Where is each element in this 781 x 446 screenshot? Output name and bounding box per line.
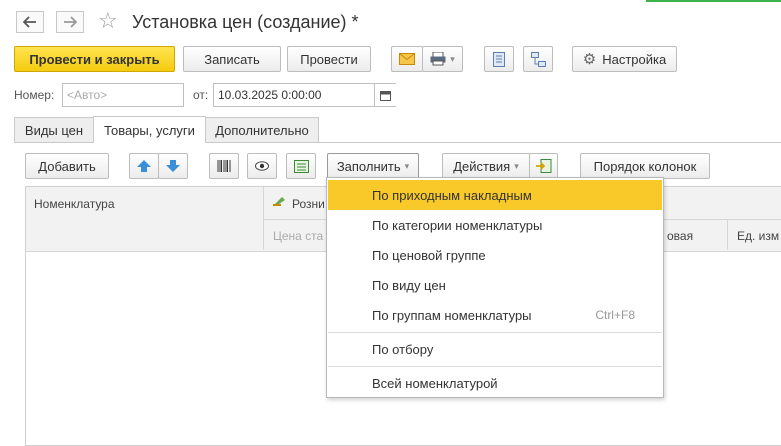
menu-item-label: Всей номенклатурой — [372, 375, 498, 391]
calculate-button[interactable] — [286, 153, 316, 179]
settings-button[interactable]: ⚙ Настройка — [572, 46, 677, 72]
menu-item-all-nomenclature[interactable]: Всей номенклатурой — [328, 368, 662, 398]
eye-icon — [255, 161, 269, 171]
column-header-nomenclature[interactable]: Номенклатура — [34, 197, 115, 211]
column-order-button[interactable]: Порядок колонок — [580, 153, 710, 179]
forward-button[interactable] — [56, 11, 84, 33]
barcode-icon — [217, 160, 231, 172]
tab-goods-services[interactable]: Товары, услуги — [93, 116, 206, 143]
menu-item-by-category[interactable]: По категории номенклатуры — [328, 210, 662, 240]
view-button[interactable] — [247, 153, 277, 179]
calendar-icon — [380, 90, 391, 101]
menu-separator — [328, 366, 662, 367]
menu-item-by-receipts[interactable]: По приходным накладным — [328, 180, 662, 210]
number-field[interactable]: <Авто> — [62, 83, 184, 107]
send-email-button[interactable] — [391, 46, 423, 72]
menu-item-shortcut: Ctrl+F8 — [595, 308, 635, 322]
menu-item-label: По категории номенклатуры — [372, 217, 543, 233]
menu-item-by-filter[interactable]: По отбору — [328, 334, 662, 364]
structure-icon — [530, 51, 546, 67]
barcode-button[interactable] — [209, 153, 239, 179]
active-tab-gap — [94, 142, 205, 143]
number-label: Номер: — [14, 88, 55, 102]
tab-additional[interactable]: Дополнительно — [205, 117, 319, 143]
column-header-retail[interactable]: Розни — [292, 197, 325, 211]
print-button[interactable]: ▾ — [422, 46, 463, 72]
chevron-down-icon: ▾ — [404, 160, 410, 171]
document-journal-button[interactable] — [484, 46, 514, 72]
fill-button-label: Заполнить — [336, 158, 401, 174]
number-placeholder: <Авто> — [67, 88, 108, 102]
chevron-down-icon: ▾ — [450, 53, 455, 64]
top-accent-line — [646, 0, 781, 2]
tab-price-types[interactable]: Виды цен — [14, 117, 94, 143]
gear-icon: ⚙ — [582, 50, 597, 68]
menu-item-by-nomenclature-groups[interactable]: По группам номенклатуры Ctrl+F8 — [328, 300, 662, 330]
date-label: от: — [193, 88, 209, 102]
move-up-button[interactable] — [129, 153, 159, 179]
chevron-down-icon: ▾ — [514, 160, 519, 171]
back-button[interactable] — [16, 11, 44, 33]
menu-item-by-price-type[interactable]: По виду цен — [328, 270, 662, 300]
retail-price-icon — [272, 193, 286, 210]
post-and-close-button[interactable]: Провести и закрыть — [14, 46, 175, 72]
calendar-button[interactable] — [374, 84, 396, 106]
menu-item-label: По приходным накладным — [372, 187, 532, 203]
document-icon — [493, 51, 505, 67]
move-down-icon — [166, 160, 180, 172]
actions-dropdown-button[interactable]: Действия ▾ — [442, 153, 530, 179]
envelope-icon — [399, 53, 415, 65]
back-arrow-icon — [23, 16, 36, 28]
menu-item-label: По отбору — [372, 341, 434, 357]
column-divider — [727, 220, 728, 250]
save-button[interactable]: Записать — [183, 46, 281, 72]
menu-item-label: По ценовой группе — [372, 247, 486, 263]
post-button[interactable]: Провести — [287, 46, 371, 72]
move-down-button[interactable] — [158, 153, 188, 179]
subheader-new-price[interactable]: овая — [667, 229, 693, 243]
printer-icon — [430, 52, 446, 66]
export-button[interactable] — [529, 153, 558, 179]
forward-arrow-icon — [64, 16, 77, 28]
fill-dropdown-menu: По приходным накладным По категории номе… — [326, 177, 664, 398]
settings-button-label: Настройка — [602, 51, 667, 67]
calculator-icon — [293, 159, 309, 173]
date-field[interactable]: 10.03.2025 0:00:00 — [213, 83, 396, 107]
add-row-button[interactable]: Добавить — [25, 153, 109, 179]
export-icon — [535, 159, 551, 173]
menu-item-label: По виду цен — [372, 277, 446, 293]
subheader-unit[interactable]: Ед. изм — [737, 229, 779, 243]
star-icon[interactable]: ☆ — [98, 10, 118, 32]
page-title: Установка цен (создание) * — [132, 12, 359, 32]
actions-button-label: Действия — [453, 158, 511, 174]
subheader-price[interactable]: Цена ста — [273, 229, 323, 243]
date-value: 10.03.2025 0:00:00 — [218, 88, 322, 102]
menu-item-label: По группам номенклатуры — [372, 307, 532, 323]
fill-dropdown-button[interactable]: Заполнить ▾ — [327, 153, 419, 179]
structure-button[interactable] — [523, 46, 553, 72]
menu-item-by-price-group[interactable]: По ценовой группе — [328, 240, 662, 270]
menu-separator — [328, 332, 662, 333]
move-up-icon — [137, 160, 151, 172]
